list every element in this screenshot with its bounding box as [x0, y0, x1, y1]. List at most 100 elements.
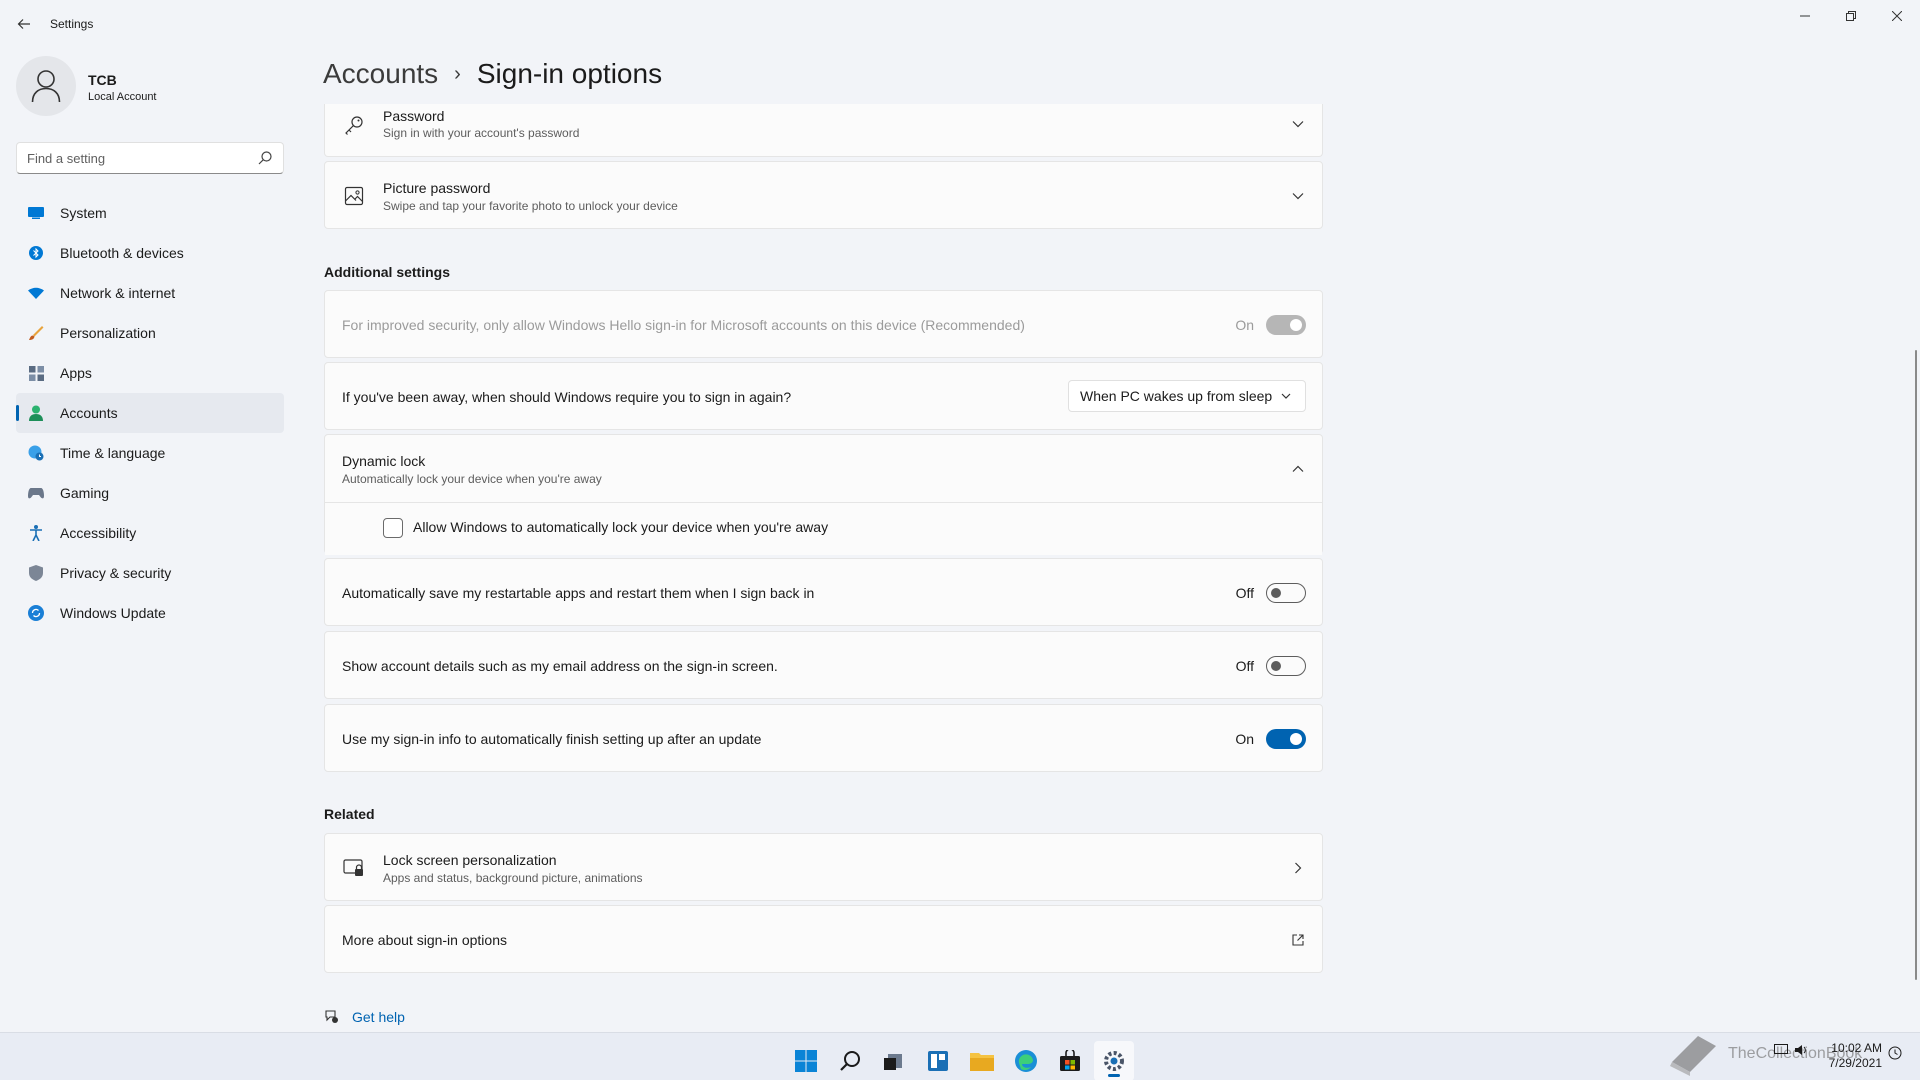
task-view-icon[interactable]: [873, 1041, 913, 1080]
sidebar-item-label: System: [60, 205, 107, 221]
show-account-details-label: Show account details such as my email ad…: [342, 658, 778, 674]
hello-only-state: On: [1235, 317, 1254, 333]
sidebar-item-time-language[interactable]: Time & language: [16, 433, 284, 473]
wifi-icon: [28, 285, 44, 301]
get-help-link[interactable]: Get help: [324, 1005, 405, 1029]
active-indicator: [16, 405, 19, 421]
person-placeholder-icon: [31, 70, 61, 103]
use-signin-info-setting: Use my sign-in info to automatically fin…: [324, 704, 1323, 772]
system-clock[interactable]: 10:02 AM 7/29/2021: [1822, 1041, 1882, 1071]
minimize-button[interactable]: [1782, 0, 1828, 32]
dynamic-lock-card: Dynamic lock Automatically lock your dev…: [324, 434, 1323, 555]
chevron-down-icon: [1281, 393, 1291, 399]
hello-only-label: For improved security, only allow Window…: [342, 317, 1025, 333]
settings-icon[interactable]: [1094, 1041, 1134, 1080]
password-title: Password: [383, 108, 445, 124]
chevron-up-icon[interactable]: [1290, 461, 1306, 477]
bluetooth-icon: [28, 245, 44, 261]
accessibility-icon: [28, 525, 44, 541]
sidebar-item-apps[interactable]: Apps: [16, 353, 284, 393]
sidebar-item-label: Bluetooth & devices: [60, 245, 184, 261]
monitor-icon: [28, 205, 44, 221]
close-button[interactable]: [1874, 0, 1920, 32]
edge-icon[interactable]: [1006, 1041, 1046, 1080]
password-card[interactable]: Password Sign in with your account's pas…: [324, 104, 1323, 157]
breadcrumb-parent[interactable]: Accounts: [323, 58, 438, 90]
sidebar-item-windows-update[interactable]: Windows Update: [16, 593, 284, 633]
apps-icon: [28, 365, 44, 381]
use-signin-info-state: On: [1235, 731, 1254, 747]
restart-apps-label: Automatically save my restartable apps a…: [342, 585, 815, 601]
get-help-label[interactable]: Get help: [352, 1009, 405, 1025]
restart-apps-state: Off: [1235, 585, 1254, 601]
picture-password-subtitle: Swipe and tap your favorite photo to unl…: [383, 199, 678, 213]
store-icon[interactable]: [1050, 1041, 1090, 1080]
sidebar-item-privacy-security[interactable]: Privacy & security: [16, 553, 284, 593]
update-icon: [28, 605, 44, 621]
sidebar-item-gaming[interactable]: Gaming: [16, 473, 284, 513]
lock-screen-link[interactable]: Lock screen personalization Apps and sta…: [324, 833, 1323, 901]
breadcrumb: Accounts › Sign-in options: [323, 52, 662, 96]
clock-date: 7/29/2021: [1828, 1056, 1882, 1070]
sidebar-item-label: Accounts: [60, 405, 118, 421]
restore-button[interactable]: [1828, 0, 1874, 32]
dynamic-lock-subtitle: Automatically lock your device when you'…: [342, 472, 602, 486]
title-bar: Settings: [0, 0, 1920, 48]
related-heading: Related: [324, 806, 375, 822]
dropdown-selected-value: When PC wakes up from sleep: [1080, 388, 1273, 404]
sidebar-item-label: Time & language: [60, 445, 166, 461]
restart-apps-setting: Automatically save my restartable apps a…: [324, 558, 1323, 626]
search-box[interactable]: [16, 142, 284, 174]
windows-start-icon[interactable]: [786, 1041, 826, 1080]
sidebar-item-accounts[interactable]: Accounts: [16, 393, 284, 433]
chevron-down-icon[interactable]: [1290, 116, 1306, 132]
widgets-icon[interactable]: [918, 1041, 958, 1080]
taskbar: TheCollectionBook 10:02 AM 7/29/2021: [0, 1032, 1920, 1080]
chevron-right-icon: [1290, 860, 1306, 876]
sidebar-item-label: Personalization: [60, 325, 156, 341]
breadcrumb-separator: ›: [454, 62, 461, 85]
chevron-down-icon[interactable]: [1290, 188, 1306, 204]
search-input[interactable]: [27, 143, 247, 173]
show-account-details-state: Off: [1235, 658, 1254, 674]
dynamic-lock-body: Allow Windows to automatically lock your…: [325, 503, 1322, 555]
arrow-left-icon: [17, 19, 30, 29]
restart-apps-toggle[interactable]: [1266, 583, 1306, 603]
sidebar-item-label: Windows Update: [60, 605, 166, 621]
require-signin-label: If you've been away, when should Windows…: [342, 389, 792, 405]
sidebar-item-system[interactable]: System: [16, 193, 284, 233]
app-title: Settings: [50, 17, 94, 31]
use-signin-info-label: Use my sign-in info to automatically fin…: [342, 731, 762, 747]
back-button[interactable]: [14, 12, 34, 36]
require-signin-setting: If you've been away, when should Windows…: [324, 362, 1323, 430]
more-about-signin-link[interactable]: More about sign-in options: [324, 905, 1323, 973]
picture-icon: [342, 184, 366, 208]
search-icon[interactable]: [830, 1041, 870, 1080]
lock-screen-subtitle: Apps and status, background picture, ani…: [383, 871, 643, 885]
use-signin-info-toggle[interactable]: [1266, 729, 1306, 749]
scrollbar[interactable]: [1915, 350, 1917, 980]
picture-password-card[interactable]: Picture password Swipe and tap your favo…: [324, 161, 1323, 229]
picture-password-title: Picture password: [383, 180, 491, 196]
dynamic-lock-checkbox[interactable]: [383, 518, 403, 538]
volume-icon[interactable]: [1794, 1044, 1808, 1059]
sidebar-item-accessibility[interactable]: Accessibility: [16, 513, 284, 553]
sidebar-item-label: Network & internet: [60, 285, 176, 301]
notifications-icon[interactable]: [1888, 1046, 1902, 1063]
sidebar-item-bluetooth[interactable]: Bluetooth & devices: [16, 233, 284, 273]
monitor-tray-icon[interactable]: [1774, 1044, 1788, 1059]
sidebar-item-personalization[interactable]: Personalization: [16, 313, 284, 353]
brush-icon: [28, 325, 44, 341]
dynamic-lock-header[interactable]: Dynamic lock Automatically lock your dev…: [325, 435, 1322, 503]
key-icon: [342, 113, 366, 137]
user-profile[interactable]: TCB Local Account: [16, 56, 276, 118]
show-account-details-toggle[interactable]: [1266, 656, 1306, 676]
more-about-signin-label: More about sign-in options: [342, 932, 507, 948]
hello-only-toggle: [1266, 315, 1306, 335]
search-icon[interactable]: [257, 150, 273, 166]
shield-icon: [28, 565, 44, 581]
help-icon: [325, 1010, 338, 1023]
sidebar-item-network[interactable]: Network & internet: [16, 273, 284, 313]
require-signin-dropdown[interactable]: When PC wakes up from sleep: [1068, 380, 1306, 412]
file-explorer-icon[interactable]: [962, 1041, 1002, 1080]
